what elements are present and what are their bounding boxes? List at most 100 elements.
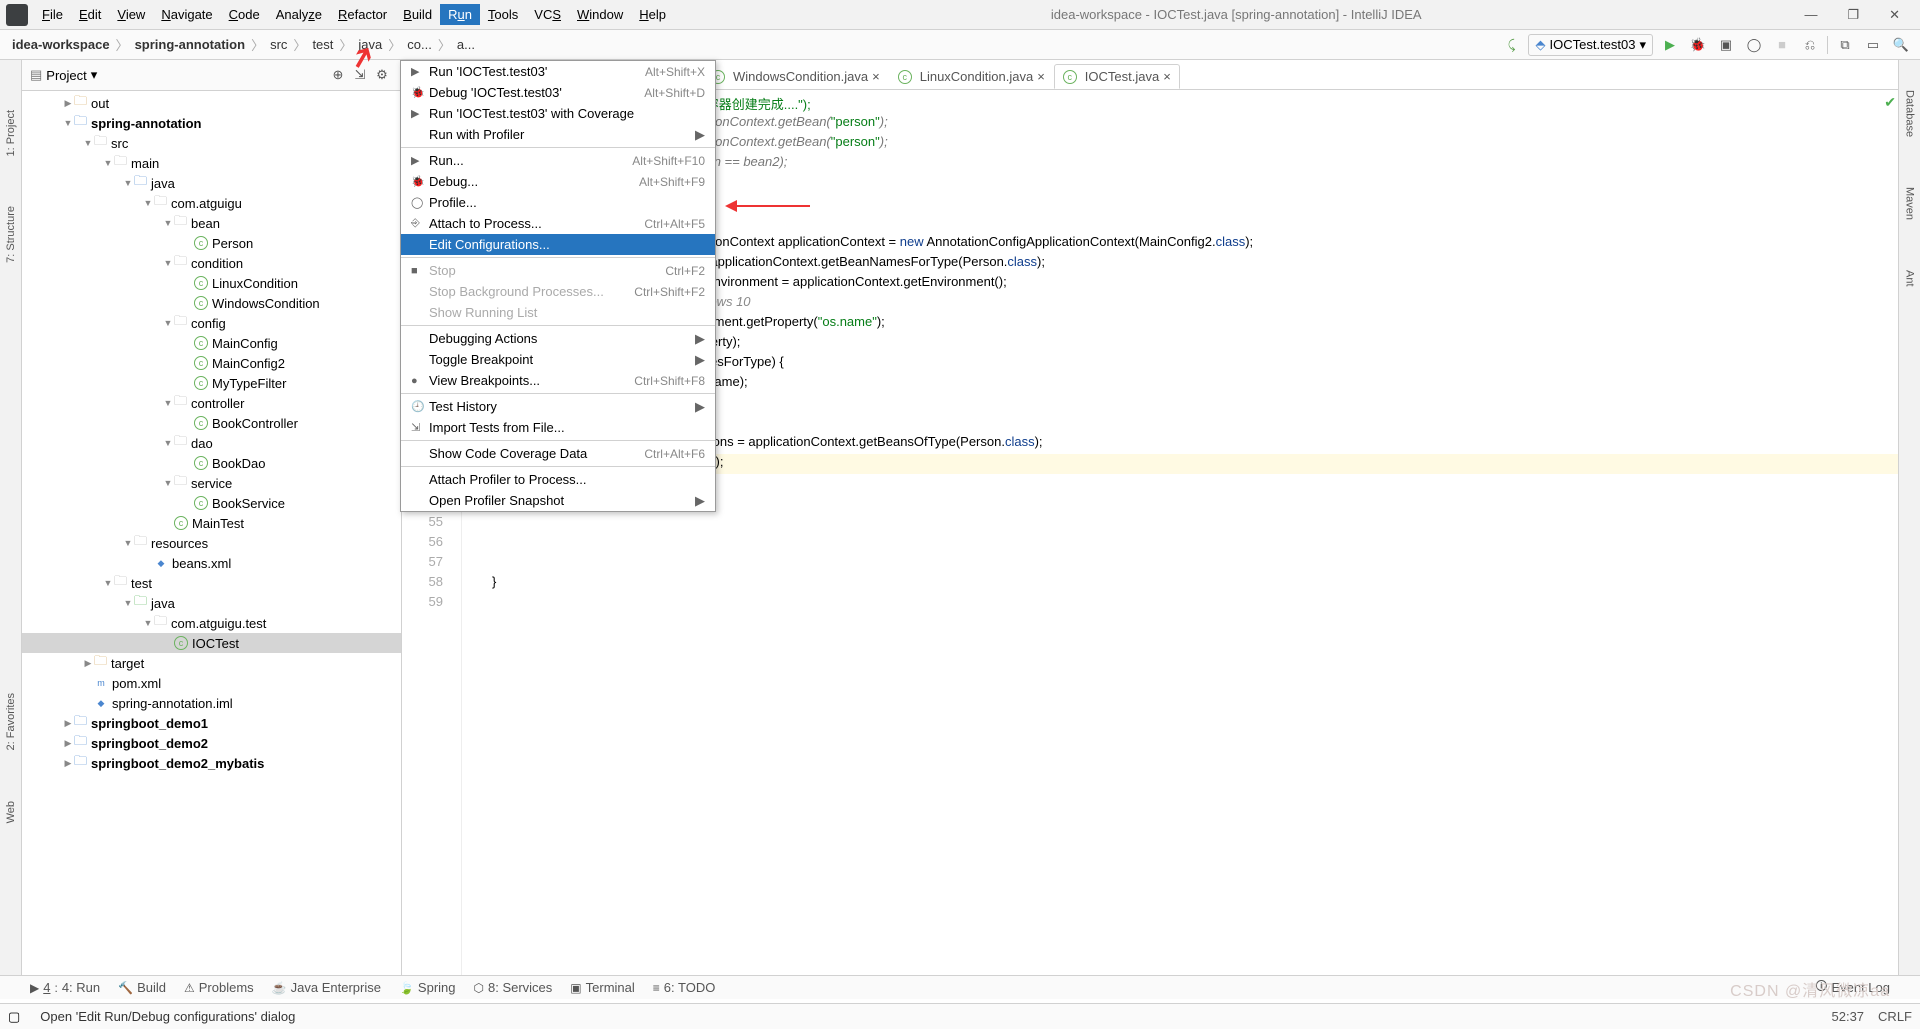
bt-run[interactable]: ▶ 4: 4: Run [30, 980, 100, 995]
tree-pom[interactable]: mpom.xml [22, 673, 401, 693]
tree-test[interactable]: ▼🗀test [22, 573, 401, 593]
menu-analyze[interactable]: Analyze [268, 4, 330, 25]
tree-java[interactable]: ▼🗀java [22, 173, 401, 193]
tree-testpkg[interactable]: ▼🗀com.atguigu.test [22, 613, 401, 633]
menu-item-open-profiler-snapshot[interactable]: Open Profiler Snapshot▶ [401, 490, 715, 511]
tree-bookdao[interactable]: cBookDao [22, 453, 401, 473]
crumb-1[interactable]: spring-annotation [133, 36, 248, 53]
chevron-down-icon[interactable]: ▾ [91, 67, 98, 83]
close-tab-icon[interactable]: × [1163, 69, 1171, 84]
bt-services[interactable]: ⬡ 8: Services [474, 980, 553, 995]
vcs-icon[interactable]: ⎌ [1799, 34, 1821, 56]
tab-ioctest[interactable]: cIOCTest.java× [1054, 64, 1180, 89]
tree-sb3[interactable]: ▶🗀springboot_demo2_mybatis [22, 753, 401, 773]
tree-sb2[interactable]: ▶🗀springboot_demo2 [22, 733, 401, 753]
tree-ioctest[interactable]: cIOCTest [22, 633, 401, 653]
tree-sb1[interactable]: ▶🗀springboot_demo1 [22, 713, 401, 733]
status-icon[interactable]: ▢ [8, 1009, 20, 1025]
menu-vcs[interactable]: VCS [526, 4, 569, 25]
menu-item-attach-profiler-to-process[interactable]: Attach Profiler to Process... [401, 469, 715, 490]
tree-testjava[interactable]: ▼🗀java [22, 593, 401, 613]
tree-booksvc[interactable]: cBookService [22, 493, 401, 513]
tree-target[interactable]: ▶🗀target [22, 653, 401, 673]
menu-item-debugging-actions[interactable]: Debugging Actions▶ [401, 328, 715, 349]
close-button[interactable]: ✕ [1883, 5, 1906, 25]
crumb-0[interactable]: idea-workspace [10, 36, 112, 53]
crumb-4[interactable]: java [356, 36, 384, 53]
profile-icon[interactable]: ◯ [1743, 34, 1765, 56]
menu-item-view-breakpoints[interactable]: ●View Breakpoints...Ctrl+Shift+F8 [401, 370, 715, 391]
tree-service[interactable]: ▼🗀service [22, 473, 401, 493]
bt-build[interactable]: 🔨 Build [118, 980, 166, 995]
menu-item-import-tests-from-file[interactable]: ⇲Import Tests from File... [401, 417, 715, 438]
stop-icon[interactable]: ■ [1771, 34, 1793, 56]
tool-project[interactable]: 1: Project [5, 110, 17, 156]
tree-beansxml[interactable]: ◆beans.xml [22, 553, 401, 573]
tool-favorites[interactable]: 2: Favorites [5, 693, 17, 750]
menu-code[interactable]: Code [221, 4, 268, 25]
locate-icon[interactable]: ⊕ [327, 64, 349, 86]
menu-help[interactable]: Help [631, 4, 674, 25]
crumb-2[interactable]: src [268, 36, 289, 53]
layout-icon[interactable]: ▭ [1862, 34, 1884, 56]
crumb-3[interactable]: test [310, 36, 335, 53]
crumb-5[interactable]: co... [405, 36, 434, 53]
build-icon[interactable]: ⤹ [1500, 34, 1522, 56]
menu-window[interactable]: Window [569, 4, 631, 25]
menu-build[interactable]: Build [395, 4, 440, 25]
inspection-status-icon[interactable]: ✔ [1884, 94, 1896, 111]
menu-navigate[interactable]: Navigate [153, 4, 220, 25]
tree-maintest[interactable]: cMainTest [22, 513, 401, 533]
tree-condition[interactable]: ▼🗀condition [22, 253, 401, 273]
tree-controller[interactable]: ▼🗀controller [22, 393, 401, 413]
tool-web[interactable]: Web [5, 801, 17, 823]
maximize-button[interactable]: ❐ [1841, 5, 1865, 25]
crumb-6[interactable]: a... [455, 36, 477, 53]
menu-view[interactable]: View [109, 4, 153, 25]
tree-bookctl[interactable]: cBookController [22, 413, 401, 433]
search-icon[interactable]: 🔍 [1890, 34, 1912, 56]
tool-maven[interactable]: Maven [1904, 187, 1916, 220]
menu-item-edit-configurations[interactable]: Edit Configurations... [401, 234, 715, 255]
tab-windows[interactable]: cWindowsCondition.java× [702, 64, 889, 89]
menu-item-run-with-profiler[interactable]: Run with Profiler▶ [401, 124, 715, 145]
tree-windows[interactable]: cWindowsCondition [22, 293, 401, 313]
menu-item-run[interactable]: ▶Run...Alt+Shift+F10 [401, 150, 715, 171]
tab-linux[interactable]: cLinuxCondition.java× [889, 64, 1054, 89]
status-pos[interactable]: 52:37 [1832, 1009, 1865, 1024]
menu-item-debug[interactable]: 🐞Debug...Alt+Shift+F9 [401, 171, 715, 192]
menu-tools[interactable]: Tools [480, 4, 526, 25]
tree-mainconfig2[interactable]: cMainConfig2 [22, 353, 401, 373]
bt-todo[interactable]: ≡ 6: TODO [653, 980, 716, 995]
project-label[interactable]: Project [46, 68, 86, 83]
menu-item-attach-to-process[interactable]: ⎆Attach to Process...Ctrl+Alt+F5 [401, 213, 715, 234]
bt-spring[interactable]: 🍃 Spring [399, 980, 456, 995]
menu-item-debug-ioctest-test03[interactable]: 🐞Debug 'IOCTest.test03'Alt+Shift+D [401, 82, 715, 103]
status-enc[interactable]: CRLF [1878, 1009, 1912, 1024]
project-combo-icon[interactable]: ▤ [30, 67, 42, 83]
menu-item-test-history[interactable]: 🕘Test History▶ [401, 396, 715, 417]
tool-database[interactable]: Database [1904, 90, 1916, 137]
tree-bean[interactable]: ▼🗀bean [22, 213, 401, 233]
bt-terminal[interactable]: ▣ Terminal [570, 980, 634, 995]
menu-item-profile[interactable]: ◯Profile... [401, 192, 715, 213]
tree-iml[interactable]: ◆spring-annotation.iml [22, 693, 401, 713]
menu-run[interactable]: Run [440, 4, 480, 25]
tree-linux[interactable]: cLinuxCondition [22, 273, 401, 293]
structure-icon[interactable]: ⧉ [1834, 34, 1856, 56]
menu-refactor[interactable]: Refactor [330, 4, 395, 25]
bt-problems[interactable]: ⚠ Problems [184, 980, 254, 995]
bt-javaee[interactable]: ☕ Java Enterprise [272, 980, 381, 995]
tree-out[interactable]: ▶🗀out [22, 93, 401, 113]
tree-src[interactable]: ▼🗀src [22, 133, 401, 153]
close-tab-icon[interactable]: × [1037, 69, 1045, 84]
gear-icon[interactable]: ⚙ [371, 64, 393, 86]
menu-item-run-ioctest-test03[interactable]: ▶Run 'IOCTest.test03'Alt+Shift+X [401, 61, 715, 82]
tree-person[interactable]: cPerson [22, 233, 401, 253]
run-icon[interactable]: ▶ [1659, 34, 1681, 56]
menu-file[interactable]: File [34, 4, 71, 25]
coverage-icon[interactable]: ▣ [1715, 34, 1737, 56]
tree-pkg[interactable]: ▼🗀com.atguigu [22, 193, 401, 213]
tree-config[interactable]: ▼🗀config [22, 313, 401, 333]
minimize-button[interactable]: — [1798, 5, 1823, 25]
